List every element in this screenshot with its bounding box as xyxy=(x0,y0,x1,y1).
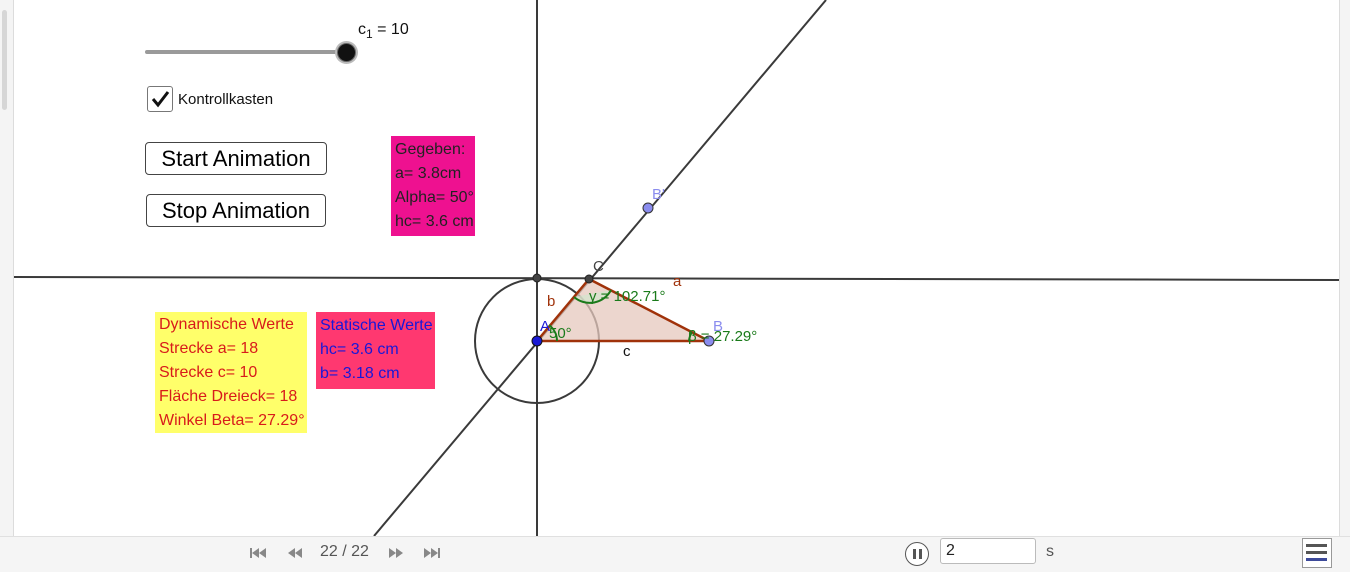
label-b-prime: B' xyxy=(652,186,665,203)
slider-label-base: c xyxy=(358,21,366,38)
geometry-canvas[interactable]: B' C A B a b c 50° γ = 102.71° β = 27.29… xyxy=(0,0,1350,536)
point-a[interactable] xyxy=(531,335,543,347)
step-counter: 22 / 22 xyxy=(320,543,369,560)
skip-forward-icon[interactable] xyxy=(422,544,442,562)
dynamic-line: Winkel Beta= 27.29° xyxy=(159,412,305,429)
speed-input[interactable] xyxy=(940,538,1036,564)
playback-toolbar xyxy=(0,536,1350,572)
dynamic-line: Strecke a= 18 xyxy=(159,340,259,357)
dynamic-line: Fläche Dreieck= 18 xyxy=(159,388,298,405)
static-line: Statische Werte xyxy=(320,317,433,334)
label-angle-gamma: γ = 102.71° xyxy=(589,288,665,305)
checkmark-icon xyxy=(151,91,170,108)
dynamic-line: Dynamische Werte xyxy=(159,316,294,333)
slider-label-sub: 1 xyxy=(366,27,373,42)
slider-track[interactable] xyxy=(145,50,347,54)
dynamic-line: Strecke c= 10 xyxy=(159,364,258,381)
label-side-a: a xyxy=(673,273,682,290)
given-line: Alpha= 50° xyxy=(395,189,474,206)
label-angle-beta: β = 27.29° xyxy=(688,328,757,345)
label-c-point: C xyxy=(593,258,604,275)
slider-knob[interactable] xyxy=(337,43,356,62)
label-side-b: b xyxy=(547,293,555,310)
app-stage: B' C A B a b c 50° γ = 102.71° β = 27.29… xyxy=(0,0,1350,572)
given-line: a= 3.8cm xyxy=(395,165,462,182)
speed-unit-label: s xyxy=(1046,543,1054,560)
given-line: hc= 3.6 cm xyxy=(395,213,474,230)
step-back-icon[interactable] xyxy=(285,544,305,562)
given-line: Gegeben: xyxy=(395,141,466,158)
dynamic-values-box: Dynamische Werte Strecke a= 18 Strecke c… xyxy=(155,312,307,433)
static-line: hc= 3.6 cm xyxy=(320,341,399,358)
static-line: b= 3.18 cm xyxy=(320,365,400,382)
checkbox-label[interactable]: Kontrollkasten xyxy=(178,91,273,108)
algebra-view-icon[interactable] xyxy=(1302,538,1332,568)
point-origin xyxy=(532,273,542,283)
slider-label-value: = 10 xyxy=(372,21,409,38)
skip-back-icon[interactable] xyxy=(248,544,268,562)
static-values-box: Statische Werte hc= 3.6 cm b= 3.18 cm xyxy=(316,312,435,389)
pause-icon[interactable] xyxy=(905,542,929,566)
slider-label: c1 = 10 xyxy=(358,21,409,41)
label-angle-alpha: 50° xyxy=(549,325,572,342)
label-side-c: c xyxy=(623,343,631,360)
stop-animation-button[interactable]: Stop Animation xyxy=(146,194,326,227)
point-b-prime[interactable] xyxy=(642,202,654,214)
point-c xyxy=(584,274,594,284)
step-forward-icon[interactable] xyxy=(386,544,406,562)
start-animation-button[interactable]: Start Animation xyxy=(145,142,327,175)
given-values-box: Gegeben: a= 3.8cm Alpha= 50° hc= 3.6 cm xyxy=(391,136,475,236)
kontrollkasten-checkbox[interactable] xyxy=(147,86,173,112)
